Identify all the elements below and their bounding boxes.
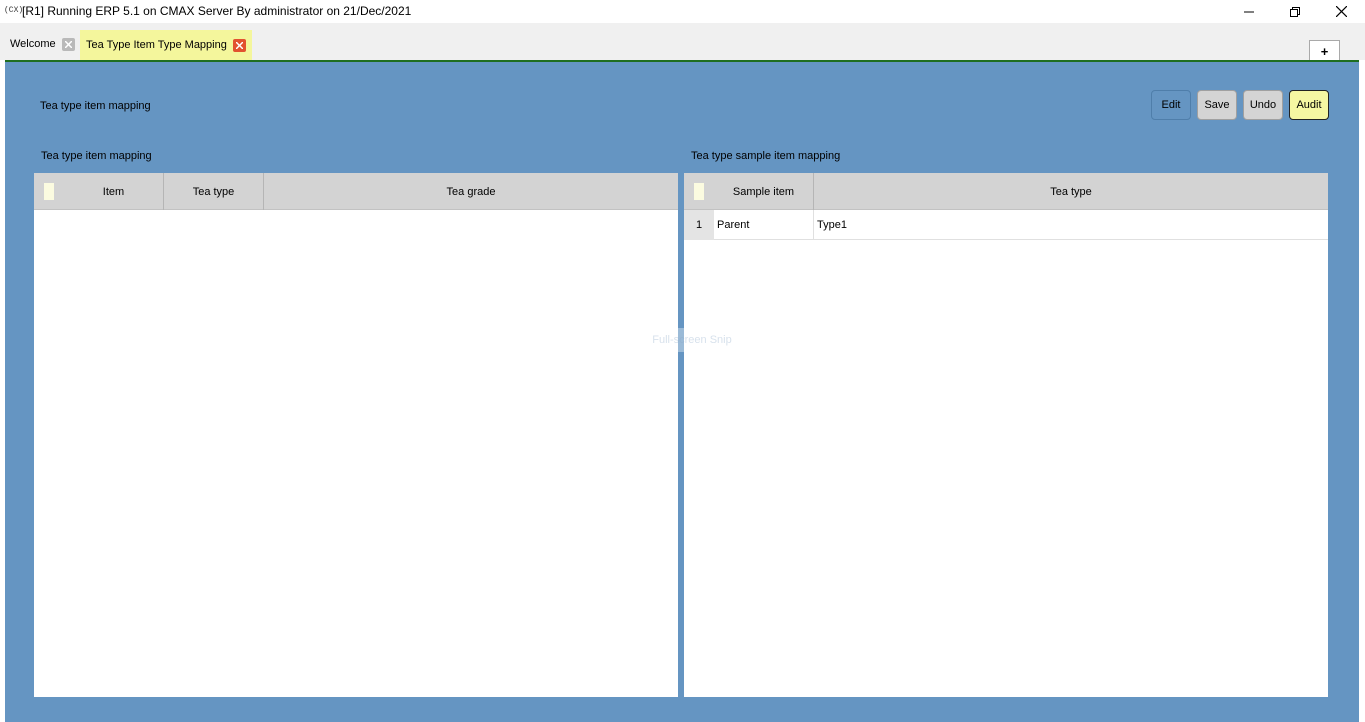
column-header-tea-type[interactable]: Tea type: [814, 173, 1328, 210]
app-icon: (CX): [4, 6, 24, 15]
cell-sample-item[interactable]: Parent: [714, 210, 814, 240]
tab-strip: Welcome Tea Type Item Type Mapping +: [0, 23, 1365, 61]
tab-close-icon[interactable]: [61, 37, 75, 51]
close-window-button[interactable]: [1318, 0, 1364, 23]
audit-button[interactable]: Audit: [1289, 90, 1329, 120]
select-all-box[interactable]: [694, 183, 704, 200]
column-header-sample-item[interactable]: Sample item: [714, 173, 814, 210]
select-all-cell[interactable]: [684, 173, 714, 210]
title-bar: (CX) [R1] Running ERP 5.1 on CMAX Server…: [0, 0, 1365, 23]
tab-label: Welcome: [10, 38, 56, 50]
close-icon: [1335, 6, 1347, 17]
minimize-button[interactable]: [1226, 0, 1272, 23]
content-panel: Tea type item mapping Edit Save Undo Aud…: [5, 62, 1359, 722]
left-grid-label: Tea type item mapping: [41, 150, 152, 162]
select-all-box[interactable]: [44, 183, 54, 200]
page-title: Tea type item mapping: [40, 100, 151, 112]
grid-header: Item Tea type Tea grade: [34, 173, 678, 210]
tab-close-icon[interactable]: [232, 38, 246, 52]
edit-button[interactable]: Edit: [1151, 90, 1191, 120]
tab-label: Tea Type Item Type Mapping: [86, 39, 227, 51]
close-icon: [235, 41, 243, 49]
row-number[interactable]: 1: [684, 210, 714, 240]
column-header-tea-type[interactable]: Tea type: [164, 173, 264, 210]
close-icon: [64, 40, 72, 48]
minimize-icon: [1244, 11, 1254, 12]
tab-welcome[interactable]: Welcome: [4, 30, 81, 58]
column-header-item[interactable]: Item: [64, 173, 164, 210]
restore-icon: [1290, 6, 1300, 17]
right-grid-label: Tea type sample item mapping: [691, 150, 841, 162]
snip-overlay-hint: Full-screen Snip: [606, 328, 778, 352]
column-header-tea-grade[interactable]: Tea grade: [264, 173, 678, 210]
select-all-cell[interactable]: [34, 173, 64, 210]
tab-tea-type-item-type-mapping[interactable]: Tea Type Item Type Mapping: [80, 30, 252, 60]
tea-type-item-mapping-grid[interactable]: Item Tea type Tea grade: [34, 173, 678, 697]
undo-button[interactable]: Undo: [1243, 90, 1283, 120]
save-button[interactable]: Save: [1197, 90, 1237, 120]
tea-type-sample-item-mapping-grid[interactable]: Sample item Tea type 1 Parent Type1: [684, 173, 1328, 697]
add-tab-button[interactable]: +: [1309, 40, 1340, 61]
window-title: [R1] Running ERP 5.1 on CMAX Server By a…: [22, 4, 412, 18]
restore-button[interactable]: [1272, 0, 1318, 23]
cell-tea-type[interactable]: Type1: [814, 210, 1328, 240]
grid-header: Sample item Tea type: [684, 173, 1328, 210]
table-row[interactable]: 1 Parent Type1: [684, 210, 1328, 240]
